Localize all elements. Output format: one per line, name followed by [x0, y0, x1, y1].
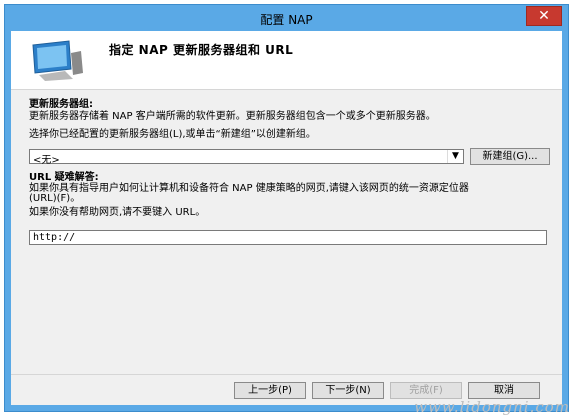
back-button[interactable]: 上一步(P)	[234, 382, 306, 399]
dialog-window: 配置 NAP ✕ 指定 NAP 更新服务器组和 URL 更新服务器组: 更新服务…	[4, 4, 569, 412]
window-title: 配置 NAP	[260, 13, 313, 27]
url-input[interactable]: http://	[29, 230, 547, 245]
chevron-down-icon[interactable]: ▼	[447, 150, 463, 163]
troubleshooting-note: 如果你没有帮助网页,请不要键入 URL。	[29, 207, 206, 218]
remediation-description: 更新服务器存储着 NAP 客户端所需的软件更新。更新服务器组包含一个或多个更新服…	[29, 111, 436, 122]
page-title: 指定 NAP 更新服务器组和 URL	[109, 43, 294, 57]
watermark-text: www.lidongni.com	[414, 398, 570, 416]
next-button[interactable]: 下一步(N)	[312, 382, 384, 399]
computer-monitor-icon	[32, 40, 83, 81]
close-button[interactable]: ✕	[526, 6, 562, 26]
footer-divider	[11, 374, 562, 375]
wizard-header: 指定 NAP 更新服务器组和 URL	[11, 31, 562, 90]
troubleshooting-description: 如果你具有指导用户如何让计算机和设备符合 NAP 健康策略的网页,请键入该网页的…	[29, 183, 469, 194]
troubleshooting-description-cont: (URL)(F)。	[29, 193, 81, 204]
selected-group-value: <无>	[33, 155, 60, 166]
remediation-instruction: 选择你已经配置的更新服务器组(L),或单击“新建组”以创建新组。	[29, 129, 316, 140]
finish-button[interactable]: 完成(F)	[390, 382, 462, 399]
update-server-group-select[interactable]: <无> ▼	[29, 149, 464, 166]
title-bar[interactable]: 配置 NAP ✕	[5, 5, 568, 31]
cancel-button[interactable]: 取消	[468, 382, 540, 399]
dialog-client-area: 指定 NAP 更新服务器组和 URL 更新服务器组: 更新服务器存储着 NAP …	[11, 31, 562, 405]
new-group-button[interactable]: 新建组(G)...	[470, 148, 550, 165]
